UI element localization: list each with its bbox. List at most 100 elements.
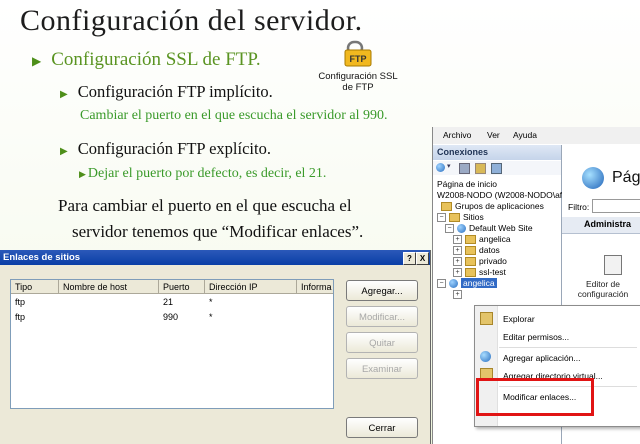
row2-tipo[interactable]: ftp <box>15 312 25 322</box>
globe-icon <box>457 224 466 234</box>
bullet-arrow-icon: ▶ <box>79 169 86 179</box>
tree-privado[interactable]: + privado <box>453 256 507 267</box>
connections-header-label: Conexiones <box>437 147 489 157</box>
row2-ip[interactable]: * <box>209 312 213 322</box>
bullet-arrow-icon: ▶ <box>60 146 68 157</box>
ftp-icon-label: FTP <box>350 54 367 64</box>
config-editor-icon[interactable] <box>604 255 622 275</box>
filter-input[interactable] <box>592 199 640 213</box>
highlight-box <box>476 378 594 416</box>
explore-icon <box>480 312 493 325</box>
collapse-icon[interactable]: − <box>437 213 446 223</box>
site-bindings-dialog: Enlaces de sitios ? X Tipo Nombre de hos… <box>0 250 431 444</box>
row1-puerto[interactable]: 21 <box>163 297 173 307</box>
folder-icon <box>465 268 476 278</box>
tree-app-pools[interactable]: Grupos de aplicaciones <box>441 201 544 212</box>
collapse-icon[interactable]: − <box>445 224 454 234</box>
tree-dws-angelica[interactable]: + angelica <box>453 234 511 245</box>
config-editor-caption[interactable]: Editor de configuración <box>568 279 638 299</box>
refresh-icon[interactable] <box>491 163 502 174</box>
dialog-titlebar: Enlaces de sitios ? X <box>0 250 430 265</box>
implicit-note: Cambiar el puerto en el que escucha el s… <box>80 108 388 123</box>
col-info[interactable]: Informa <box>297 280 333 294</box>
editor-caption-line2: configuración <box>577 289 629 299</box>
add-app-icon <box>480 351 491 362</box>
help-button[interactable]: ? <box>403 252 416 265</box>
row1-tipo[interactable]: ftp <box>15 297 25 307</box>
row2-puerto[interactable]: 990 <box>163 312 178 322</box>
edit-button[interactable]: Modificar... <box>346 306 418 327</box>
col-puerto[interactable]: Puerto <box>159 280 205 294</box>
menu-explorar[interactable]: Explorar <box>503 314 535 324</box>
tree-ssl-test[interactable]: + ssl-test <box>453 267 506 278</box>
dropdown-icon[interactable]: ▾ <box>447 162 451 170</box>
folder-icon <box>449 213 460 223</box>
connections-header: Conexiones <box>433 145 561 160</box>
menu-agregar-aplicacion[interactable]: Agregar aplicación... <box>503 353 581 363</box>
instruction-paragraph: Para cambiar el puerto en el que escucha… <box>58 193 363 245</box>
tree-default-web-site[interactable]: − Default Web Site <box>445 223 533 234</box>
bullet-explicit-text: Configuración FTP explícito. <box>77 139 271 158</box>
menu-archivo[interactable]: Archivo <box>443 130 471 140</box>
connections-toolbar: ▾ <box>433 161 561 175</box>
col-host[interactable]: Nombre de host <box>59 280 159 294</box>
editor-caption-line1: Editor de <box>585 279 621 289</box>
app-pool-icon <box>441 202 452 212</box>
bullet-arrow-icon: ▶ <box>60 89 68 100</box>
menu-ver[interactable]: Ver <box>487 130 500 140</box>
tree-dws-angelica-label: angelica <box>479 234 511 244</box>
tree-sites[interactable]: − Sitios <box>437 212 484 223</box>
bindings-list[interactable]: Tipo Nombre de host Puerto Dirección IP … <box>10 279 334 409</box>
close-icon[interactable]: X <box>416 252 429 265</box>
collapse-icon[interactable]: − <box>437 279 446 289</box>
tree-datos[interactable]: + datos <box>453 245 500 256</box>
connect-icon[interactable] <box>436 163 445 172</box>
expand-icon[interactable]: + <box>453 257 462 267</box>
tree-angelica-child[interactable]: + <box>453 289 465 300</box>
menu-ayuda[interactable]: Ayuda <box>513 130 537 140</box>
tree-angelica-site[interactable]: − angelica <box>437 278 497 289</box>
browse-button[interactable]: Examinar <box>346 358 418 379</box>
expand-icon[interactable]: + <box>453 235 462 245</box>
ftp-ssl-icon: FTP <box>344 40 374 68</box>
expand-icon[interactable]: + <box>453 290 462 300</box>
save-icon[interactable] <box>459 163 470 174</box>
remove-button[interactable]: Quitar <box>346 332 418 353</box>
tree-start-page[interactable]: Página de inicio <box>437 179 497 189</box>
close-button[interactable]: Cerrar <box>346 417 418 438</box>
tree-ssl-test-label: ssl-test <box>479 267 506 277</box>
menu-editar-permisos[interactable]: Editar permisos... <box>503 332 569 342</box>
ftp-caption-line2: de FTP <box>342 82 374 93</box>
bullet-main: ▶ Configuración SSL de FTP. <box>32 49 261 71</box>
folder-icon <box>465 257 476 267</box>
admin-group-header[interactable]: Administra <box>562 217 640 234</box>
tree-server-node[interactable]: W2008-NODO (W2008-NODO\af <box>437 190 562 200</box>
explicit-note-text: Dejar el puerto por defecto, es decir, e… <box>87 166 327 181</box>
col-tipo[interactable]: Tipo <box>11 280 59 294</box>
explicit-note: ▶ Dejar el puerto por defecto, es decir, … <box>79 166 326 182</box>
home-globe-icon <box>582 167 604 189</box>
col-ip[interactable]: Dirección IP <box>205 280 297 294</box>
bullet-main-text: Configuración SSL de FTP. <box>51 49 261 70</box>
up-icon[interactable] <box>475 163 486 174</box>
row1-ip[interactable]: * <box>209 297 213 307</box>
bullet-explicit: ▶ Configuración FTP explícito. <box>60 139 271 159</box>
add-button[interactable]: Agregar... <box>346 280 418 301</box>
tree-privado-label: privado <box>479 256 507 266</box>
globe-icon <box>449 279 458 289</box>
expand-icon[interactable]: + <box>453 268 462 278</box>
para-line1: Para cambiar el puerto en el que escucha… <box>58 196 352 215</box>
filter-label: Filtro: <box>568 202 590 212</box>
tree-sites-label: Sitios <box>463 212 484 222</box>
slide-title: Configuración del servidor. <box>20 4 363 37</box>
expand-icon[interactable]: + <box>453 246 462 256</box>
bullet-implicit: ▶ Configuración FTP implícito. <box>60 82 273 102</box>
para-line2: servidor tenemos que “Modificar enlaces”… <box>72 222 364 241</box>
features-title: Pág <box>612 169 640 186</box>
iis-menubar: Archivo Ver Ayuda <box>433 127 640 144</box>
folder-icon <box>465 235 476 245</box>
menu-separator <box>499 347 637 348</box>
ftp-ssl-caption: Configuración SSL de FTP <box>318 71 398 93</box>
tree-dws-label: Default Web Site <box>469 223 533 233</box>
ftp-caption-line1: Configuración SSL <box>318 71 398 82</box>
